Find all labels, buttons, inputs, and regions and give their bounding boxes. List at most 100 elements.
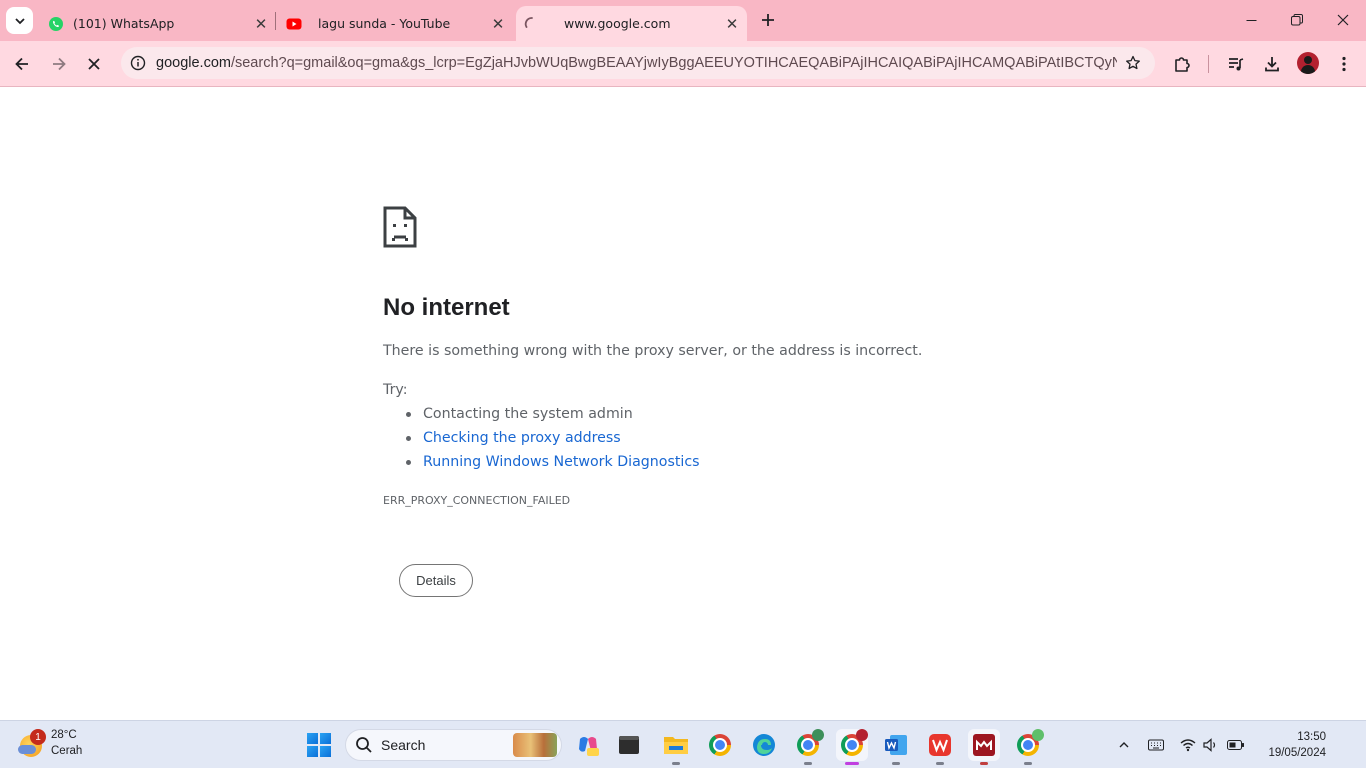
battery-button[interactable] — [1225, 721, 1247, 768]
running-indicator — [672, 762, 680, 765]
arrow-left-icon — [15, 57, 28, 71]
forward-button[interactable] — [45, 50, 73, 78]
windows-logo-tile — [320, 746, 331, 757]
tab-strip: (101) WhatsApp ✕ lagu sunda - YouTube ✕ … — [0, 0, 1366, 41]
close-icon[interactable]: ✕ — [489, 15, 507, 33]
suggestion-network-diagnostics-link[interactable]: Running Windows Network Diagnostics — [383, 452, 700, 476]
weather-temperature: 28°C — [51, 729, 77, 741]
wps-icon — [929, 734, 951, 756]
tab-youtube[interactable]: lagu sunda - YouTube ✕ — [286, 6, 507, 41]
word-app[interactable] — [880, 729, 912, 765]
cloud-icon — [18, 745, 36, 754]
search-highlight-image — [513, 733, 557, 757]
notification-badge: 1 — [30, 729, 46, 745]
tab-google[interactable]: www.google.com ✕ — [516, 6, 747, 41]
taskbar-search[interactable]: Search — [345, 729, 562, 761]
windows-taskbar: 1 28°C Cerah Search 13:50 19/05/2024 — [0, 720, 1366, 768]
error-code: ERR_PROXY_CONNECTION_FAILED — [383, 494, 571, 507]
media-control-button[interactable] — [1222, 50, 1250, 78]
mendeley-app[interactable] — [968, 729, 1000, 765]
loading-spinner-icon — [524, 16, 540, 32]
wps-office-app[interactable] — [924, 729, 956, 765]
keyboard-button[interactable] — [1145, 721, 1167, 768]
chrome-profile-1-app[interactable] — [792, 729, 824, 765]
suggestions-list: Contacting the system admin Checking the… — [383, 404, 700, 476]
folder-icon — [664, 737, 688, 754]
word-icon — [885, 735, 907, 755]
edge-app[interactable] — [748, 729, 780, 761]
taskbar-clock[interactable]: 13:50 19/05/2024 — [1250, 729, 1326, 761]
chevron-down-icon — [14, 17, 25, 24]
page-content: No internet There is something wrong wit… — [0, 87, 1366, 720]
music-queue-icon — [1229, 58, 1244, 71]
close-icon[interactable]: ✕ — [252, 15, 270, 33]
active-indicator — [845, 762, 859, 765]
windows-logo-tile — [320, 733, 331, 744]
chrome-profile-3-app[interactable] — [1012, 729, 1044, 765]
weather-widget[interactable]: 1 28°C Cerah — [18, 729, 108, 761]
close-window-button[interactable] — [1320, 0, 1366, 40]
arrow-right-icon — [53, 57, 66, 71]
whatsapp-icon — [48, 16, 64, 32]
restore-icon — [1291, 14, 1303, 26]
url-path: /search?q=gmail&oq=gma&gs_lcrp=EgZjaHJvb… — [230, 55, 1117, 71]
terminal-app[interactable] — [613, 729, 645, 761]
wifi-icon — [1180, 739, 1196, 752]
tab-search-button[interactable] — [6, 7, 33, 34]
suggestion-check-proxy-link[interactable]: Checking the proxy address — [383, 428, 700, 452]
stop-loading-button[interactable] — [80, 50, 108, 78]
profile-badge-icon — [1032, 729, 1044, 741]
show-hidden-icons-button[interactable] — [1112, 721, 1136, 768]
back-button[interactable] — [8, 50, 36, 78]
restore-button[interactable] — [1274, 0, 1320, 40]
downloads-button[interactable] — [1258, 50, 1286, 78]
mendeley-icon — [973, 734, 995, 756]
file-explorer-app[interactable] — [660, 729, 692, 765]
avatar-body — [1301, 65, 1315, 74]
running-indicator — [980, 762, 988, 765]
speaker-icon — [1203, 738, 1216, 752]
minimize-button[interactable] — [1228, 0, 1274, 40]
address-url[interactable]: google.com/search?q=gmail&oq=gma&gs_lcrp… — [156, 55, 1117, 71]
more-vert-icon — [1342, 56, 1346, 72]
chrome-profile-2-app[interactable] — [836, 729, 868, 765]
sad-page-icon — [383, 206, 417, 248]
running-indicator — [936, 762, 944, 765]
copilot-app[interactable] — [572, 729, 604, 761]
keyboard-icon — [1148, 739, 1164, 751]
chrome-icon — [709, 734, 731, 756]
running-indicator — [804, 762, 812, 765]
minimize-icon — [1246, 19, 1256, 21]
profile-avatar[interactable] — [1297, 52, 1319, 74]
volume-button[interactable] — [1200, 721, 1222, 768]
download-icon — [1265, 57, 1279, 72]
tab-whatsapp[interactable]: (101) WhatsApp ✕ — [48, 6, 270, 41]
menu-button[interactable] — [1330, 50, 1358, 78]
site-info-icon[interactable] — [122, 47, 154, 79]
details-button[interactable]: Details — [399, 564, 473, 597]
start-button[interactable] — [307, 733, 331, 757]
new-tab-button[interactable] — [756, 8, 780, 32]
avatar-head — [1304, 56, 1312, 64]
running-indicator — [892, 762, 900, 765]
search-label: Search — [381, 737, 426, 753]
youtube-icon — [286, 16, 302, 32]
close-icon — [1337, 14, 1349, 26]
close-icon[interactable]: ✕ — [723, 15, 741, 33]
clock-date: 19/05/2024 — [1268, 747, 1326, 759]
extensions-button[interactable] — [1168, 50, 1196, 78]
address-bar[interactable]: google.com/search?q=gmail&oq=gma&gs_lcrp… — [121, 47, 1155, 79]
tab-title: lagu sunda - YouTube — [318, 16, 451, 31]
chrome-app[interactable] — [704, 729, 736, 761]
weather-condition: Cerah — [51, 745, 83, 757]
url-host: google.com — [156, 55, 231, 71]
error-summary: There is something wrong with the proxy … — [383, 343, 923, 359]
tab-separator — [275, 12, 276, 30]
error-title: No internet — [383, 294, 510, 321]
network-button[interactable] — [1177, 721, 1199, 768]
puzzle-icon — [1175, 57, 1190, 72]
close-icon — [88, 58, 100, 70]
bookmark-star-icon[interactable] — [1117, 47, 1149, 79]
terminal-icon — [619, 736, 639, 754]
tab-title: (101) WhatsApp — [73, 16, 175, 31]
